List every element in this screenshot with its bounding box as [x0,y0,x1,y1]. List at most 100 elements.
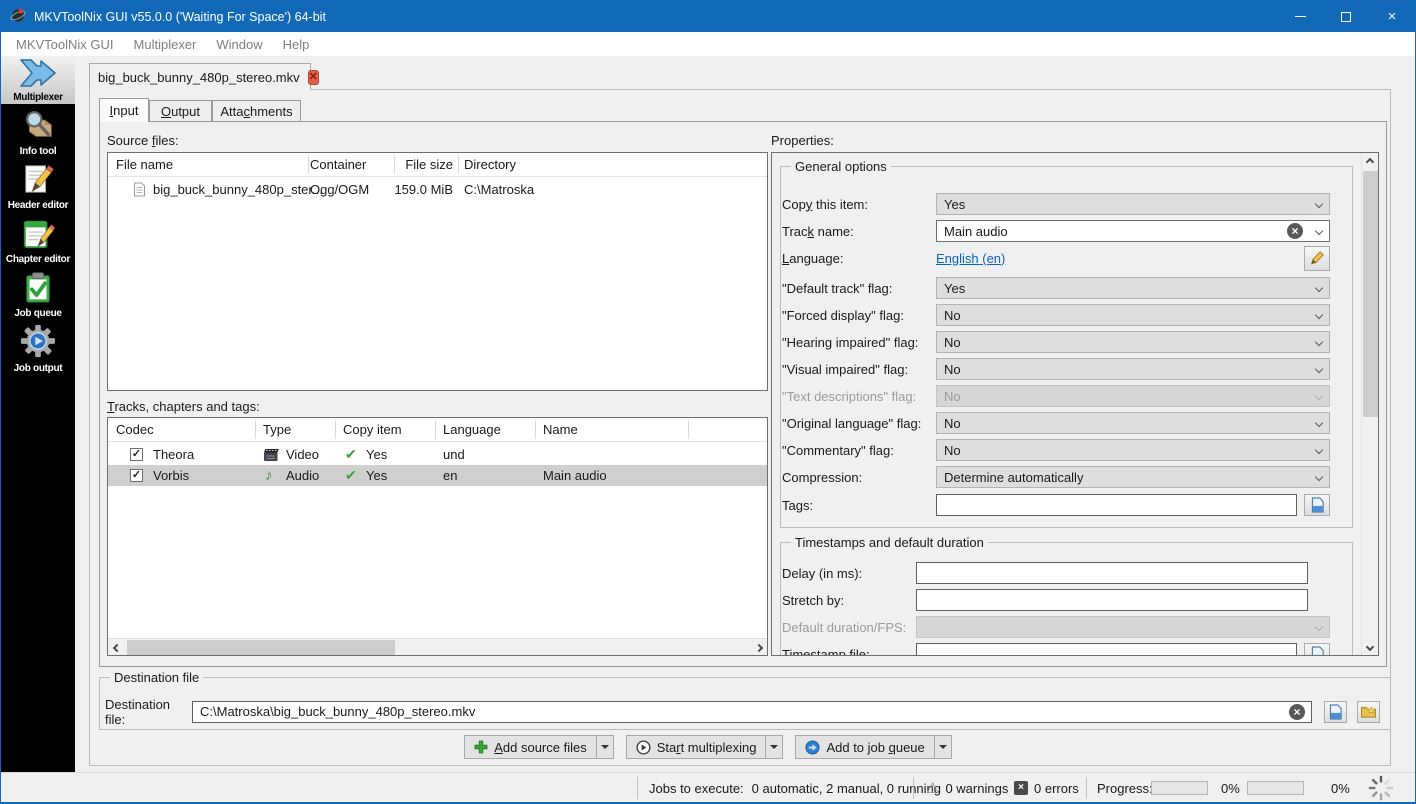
language-link[interactable]: English (en) [936,251,1005,266]
start-multiplexing-menu-arrow[interactable] [765,736,782,758]
track-name-input[interactable]: Main audio× [936,220,1330,242]
warnings-status[interactable]: ⚠ 0 warnings [926,773,1008,803]
scroll-right-icon[interactable] [750,639,767,656]
chevron-down-icon [1315,446,1323,454]
track-name-label: Track name: [782,224,936,239]
chevron-down-icon [1315,365,1323,373]
destination-file-input[interactable]: C:\Matroska\big_buck_bunny_480p_stereo.m… [192,701,1312,723]
info-tool-icon [19,108,57,145]
add-source-files-menu-arrow[interactable] [596,736,613,758]
forced-display-select[interactable]: No [936,304,1330,326]
sidebar-item-job-queue[interactable]: Job queue [1,266,75,320]
track-type: Video [286,444,319,465]
document-tab[interactable]: big_buck_bunny_480p_stereo.mkv ✕ [89,63,311,90]
progress-total-value: 0% [1331,773,1350,803]
sidebar-item-header-editor[interactable]: Header editor [1,158,75,212]
scrollbar-thumb[interactable] [127,640,395,655]
file-icon [133,179,146,200]
tab-attachments[interactable]: Attachments [212,100,301,122]
minimize-button[interactable] [1277,1,1323,32]
vertical-scrollbar[interactable] [1361,153,1378,655]
browse-timestamp-button[interactable] [1304,643,1330,656]
original-language-select[interactable]: No [936,412,1330,434]
menu-multiplexer[interactable]: Multiplexer [124,32,207,56]
sidebar-item-chapter-editor[interactable]: Chapter editor [1,212,75,266]
default-duration-select [916,616,1330,638]
track-row-video[interactable]: ✓ Theora Video ✔ Yes und [108,444,767,465]
sidebar-item-job-output[interactable]: Job output [1,320,75,374]
copy-this-item-select[interactable]: Yes [936,193,1330,215]
prop-row-timestamp-file: Timestamp file: [782,643,1330,656]
maximize-button[interactable] [1323,1,1369,32]
tool-sidebar: Multiplexer Info tool Header editor Chap… [1,56,75,772]
scrollbar-thumb[interactable] [1363,171,1378,417]
clear-icon[interactable]: × [1289,704,1305,720]
browse-tags-button[interactable] [1304,494,1330,516]
start-multiplexing-button[interactable]: Start multiplexing [626,735,784,759]
errors-status[interactable]: × 0 errors [1014,773,1079,803]
progress-bar-current [1151,773,1208,803]
timestamp-file-input[interactable] [916,643,1297,656]
delay-input[interactable] [916,562,1308,584]
column-header-directory[interactable]: Directory [464,153,516,176]
copy-this-item-label: Copy this item: [782,197,936,212]
column-header-language[interactable]: Language [443,418,501,441]
browse-destination-button[interactable] [1324,701,1347,723]
default-track-select[interactable]: Yes [936,277,1330,299]
column-header-container[interactable]: Container [310,153,366,176]
destination-file-label: Destination file: [105,697,192,727]
source-file-directory: C:\Matroska [464,179,534,200]
sidebar-item-multiplexer[interactable]: Multiplexer [1,56,75,104]
tab-output[interactable]: Output [149,100,212,122]
add-source-files-button[interactable]: Add source files [464,735,614,759]
tracks-table[interactable]: Codec Type Copy item Language Name ✓ The… [107,417,768,656]
chevron-down-icon [1315,227,1323,235]
file-browse-icon [1328,704,1343,720]
edit-language-button[interactable] [1304,246,1330,271]
error-icon: × [1014,781,1028,795]
commentary-select[interactable]: No [936,439,1330,461]
statusbar-divider [913,777,914,799]
clear-icon[interactable]: × [1287,223,1303,239]
source-files-table[interactable]: File name Container File size Directory … [107,152,768,391]
track-enabled-checkbox[interactable]: ✓ [130,465,143,486]
visual-impaired-select[interactable]: No [936,358,1330,380]
hearing-impaired-select[interactable]: No [936,331,1330,353]
stretch-by-input[interactable] [916,589,1308,611]
menu-mkvtoolnix-gui[interactable]: MKVToolNix GUI [6,32,124,56]
column-header-file-size[interactable]: File size [396,153,453,176]
scroll-down-icon[interactable] [1361,638,1378,655]
column-header-codec[interactable]: Codec [116,418,154,441]
column-divider [335,420,336,439]
scroll-left-icon[interactable] [108,639,125,656]
tags-input[interactable] [936,494,1297,516]
new-folder-button[interactable] [1357,701,1380,723]
tags-label: Tags: [782,498,936,513]
column-header-type[interactable]: Type [263,418,291,441]
scroll-up-icon[interactable] [1361,153,1378,170]
prop-row-compression: Compression: Determine automatically [782,466,1330,488]
track-enabled-checkbox[interactable]: ✓ [130,444,143,465]
close-button[interactable]: × [1369,1,1415,32]
menu-help[interactable]: Help [273,32,320,56]
column-header-file-name[interactable]: File name [116,153,173,176]
progress-label: Progress: [1097,773,1153,803]
column-header-copy-item[interactable]: Copy item [343,418,402,441]
column-header-name[interactable]: Name [543,418,578,441]
compression-select[interactable]: Determine automatically [936,466,1330,488]
tracks-label: Tracks, chapters and tags: [107,399,260,414]
titlebar: MKVToolNix GUI v55.0.0 ('Waiting For Spa… [1,1,1415,32]
track-row-audio[interactable]: ✓ Vorbis ♪ Audio ✔ Yes en Main audio [108,465,767,486]
prop-row-copy-this-item: Copy this item: Yes [782,193,1330,215]
menu-window[interactable]: Window [206,32,272,56]
add-to-job-queue-menu-arrow[interactable] [934,736,951,758]
add-to-job-queue-button[interactable]: Add to job queue [795,735,951,759]
source-file-row[interactable]: big_buck_bunny_480p_ster... Ogg/OGM 159.… [108,179,767,200]
sidebar-item-info-tool[interactable]: Info tool [1,104,75,158]
document-tab-close-icon[interactable]: ✕ [308,70,319,85]
tab-input[interactable]: Input [99,98,149,122]
horizontal-scrollbar[interactable] [108,638,767,655]
chevron-down-icon [1315,473,1323,481]
minimize-icon [1295,16,1306,17]
prop-row-hearing-impaired: "Hearing impaired" flag: No [782,331,1330,353]
